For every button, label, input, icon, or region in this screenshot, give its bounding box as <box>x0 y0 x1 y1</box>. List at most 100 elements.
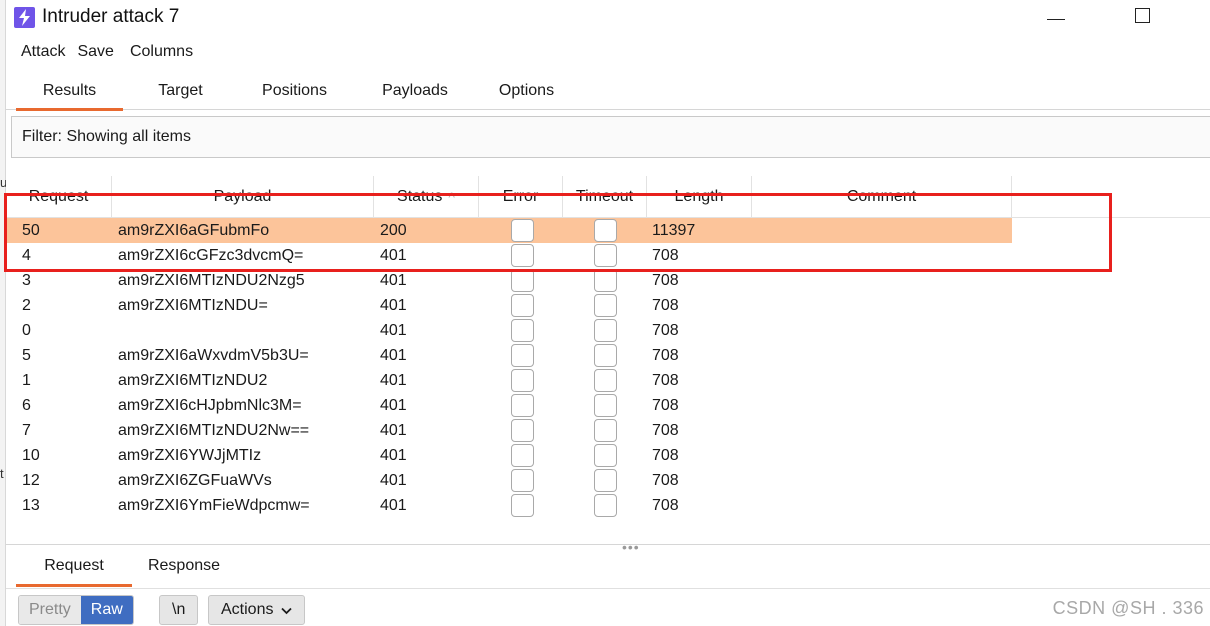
chevron-down-icon <box>281 603 293 618</box>
timeout-checkbox[interactable] <box>594 369 617 392</box>
cell-payload: am9rZXI6MTIzNDU2Nw== <box>118 421 310 439</box>
minimize-button[interactable] <box>1036 0 1076 30</box>
view-mode-toggle: Pretty Raw <box>18 595 134 625</box>
pretty-button[interactable]: Pretty <box>19 596 81 624</box>
table-row[interactable]: 6 am9rZXI6cHJpbmNlc3M= 401 708 <box>6 393 1210 418</box>
cell-status: 401 <box>380 421 407 439</box>
cell-request: 1 <box>22 371 31 389</box>
timeout-checkbox[interactable] <box>594 494 617 517</box>
table-row[interactable]: 5 am9rZXI6aWxvdmV5b3U= 401 708 <box>6 343 1210 368</box>
error-checkbox[interactable] <box>511 444 534 467</box>
cell-status: 401 <box>380 496 407 514</box>
cell-request: 2 <box>22 296 31 314</box>
cell-payload: am9rZXI6YmFieWdpcmw= <box>118 496 310 514</box>
menu-columns[interactable]: Columns <box>130 43 193 61</box>
cell-length: 708 <box>652 496 679 514</box>
tab-label: Payloads <box>382 82 448 99</box>
table-row[interactable]: 13 am9rZXI6YmFieWdpcmw= 401 708 <box>6 493 1210 518</box>
error-checkbox[interactable] <box>511 269 534 292</box>
tab-label: Response <box>147 557 221 574</box>
cell-payload: am9rZXI6aWxvdmV5b3U= <box>118 346 309 364</box>
filter-bar[interactable]: Filter: Showing all items <box>11 116 1210 158</box>
menu-save[interactable]: Save <box>77 43 113 61</box>
timeout-checkbox[interactable] <box>594 419 617 442</box>
cell-status: 401 <box>380 321 407 339</box>
timeout-checkbox[interactable] <box>594 469 617 492</box>
menu-bar: Attack Save Columns <box>6 38 207 66</box>
cell-request: 13 <box>22 496 40 514</box>
table-row[interactable]: 1 am9rZXI6MTIzNDU2 401 708 <box>6 368 1210 393</box>
timeout-checkbox[interactable] <box>594 344 617 367</box>
cell-request: 6 <box>22 396 31 414</box>
cell-status: 401 <box>380 471 407 489</box>
timeout-checkbox[interactable] <box>594 444 617 467</box>
cell-request: 12 <box>22 471 40 489</box>
cell-status: 401 <box>380 296 407 314</box>
tab-response[interactable]: Response <box>132 545 236 587</box>
error-checkbox[interactable] <box>511 469 534 492</box>
error-checkbox[interactable] <box>511 394 534 417</box>
error-checkbox[interactable] <box>511 319 534 342</box>
cell-request: 0 <box>22 321 31 339</box>
error-checkbox[interactable] <box>511 419 534 442</box>
cell-payload: am9rZXI6MTIzNDU2 <box>118 371 268 389</box>
main-tabs: Results Target Positions Payloads Option… <box>6 72 1210 111</box>
cell-payload: am9rZXI6ZGFuaWVs <box>118 471 272 489</box>
tab-results[interactable]: Results <box>16 72 123 111</box>
tab-label: Results <box>42 82 97 99</box>
tab-payloads[interactable]: Payloads <box>361 72 469 110</box>
filter-text: Filter: Showing all items <box>22 128 191 145</box>
cell-length: 708 <box>652 296 679 314</box>
cell-payload: am9rZXI6MTIzNDU= <box>118 296 268 314</box>
table-row[interactable]: 0 401 708 <box>6 318 1210 343</box>
cell-length: 708 <box>652 446 679 464</box>
cell-length: 708 <box>652 321 679 339</box>
window-title: Intruder attack 7 <box>42 6 180 27</box>
table-row[interactable]: 10 am9rZXI6YWJjMTIz 401 708 <box>6 443 1210 468</box>
message-tabs: Request Response <box>6 544 1210 587</box>
tab-target[interactable]: Target <box>133 72 228 110</box>
menu-attack[interactable]: Attack <box>21 43 65 61</box>
timeout-checkbox[interactable] <box>594 394 617 417</box>
burp-app-icon <box>14 6 35 28</box>
cell-length: 708 <box>652 421 679 439</box>
actions-button[interactable]: Actions <box>208 595 306 625</box>
tab-positions[interactable]: Positions <box>238 72 351 110</box>
cell-payload: am9rZXI6YWJjMTIz <box>118 446 262 464</box>
cell-status: 401 <box>380 371 407 389</box>
table-row[interactable]: 12 am9rZXI6ZGFuaWVs 401 708 <box>6 468 1210 493</box>
watermark-text: CSDN @SH . 336 <box>1052 598 1204 618</box>
minimize-icon <box>1047 18 1065 20</box>
cell-request: 10 <box>22 446 40 464</box>
cell-length: 708 <box>652 471 679 489</box>
tab-request[interactable]: Request <box>16 545 132 587</box>
tab-options[interactable]: Options <box>479 72 574 110</box>
maximize-button[interactable] <box>1122 0 1162 30</box>
tab-label: Positions <box>262 82 327 99</box>
annotation-highlight-box <box>4 193 1112 272</box>
cell-length: 708 <box>652 346 679 364</box>
cell-payload: am9rZXI6cHJpbmNlc3M= <box>118 396 302 414</box>
table-row[interactable]: 7 am9rZXI6MTIzNDU2Nw== 401 708 <box>6 418 1210 443</box>
table-row[interactable]: 2 am9rZXI6MTIzNDU= 401 708 <box>6 293 1210 318</box>
message-toolbar: Pretty Raw \n Actions CSDN @SH . 336 <box>6 588 1210 626</box>
tab-label: Request <box>44 557 104 574</box>
timeout-checkbox[interactable] <box>594 294 617 317</box>
timeout-checkbox[interactable] <box>594 269 617 292</box>
error-checkbox[interactable] <box>511 494 534 517</box>
tab-label: Target <box>158 82 203 99</box>
actions-label: Actions <box>221 601 274 618</box>
timeout-checkbox[interactable] <box>594 319 617 342</box>
cell-status: 401 <box>380 446 407 464</box>
tab-label: Options <box>498 82 555 99</box>
error-checkbox[interactable] <box>511 369 534 392</box>
cell-status: 401 <box>380 346 407 364</box>
maximize-icon <box>1134 7 1150 23</box>
error-checkbox[interactable] <box>511 344 534 367</box>
error-checkbox[interactable] <box>511 294 534 317</box>
raw-button[interactable]: Raw <box>80 596 133 624</box>
newline-toggle-button[interactable]: \n <box>159 595 199 625</box>
cell-request: 5 <box>22 346 31 364</box>
cell-length: 708 <box>652 371 679 389</box>
cell-length: 708 <box>652 396 679 414</box>
